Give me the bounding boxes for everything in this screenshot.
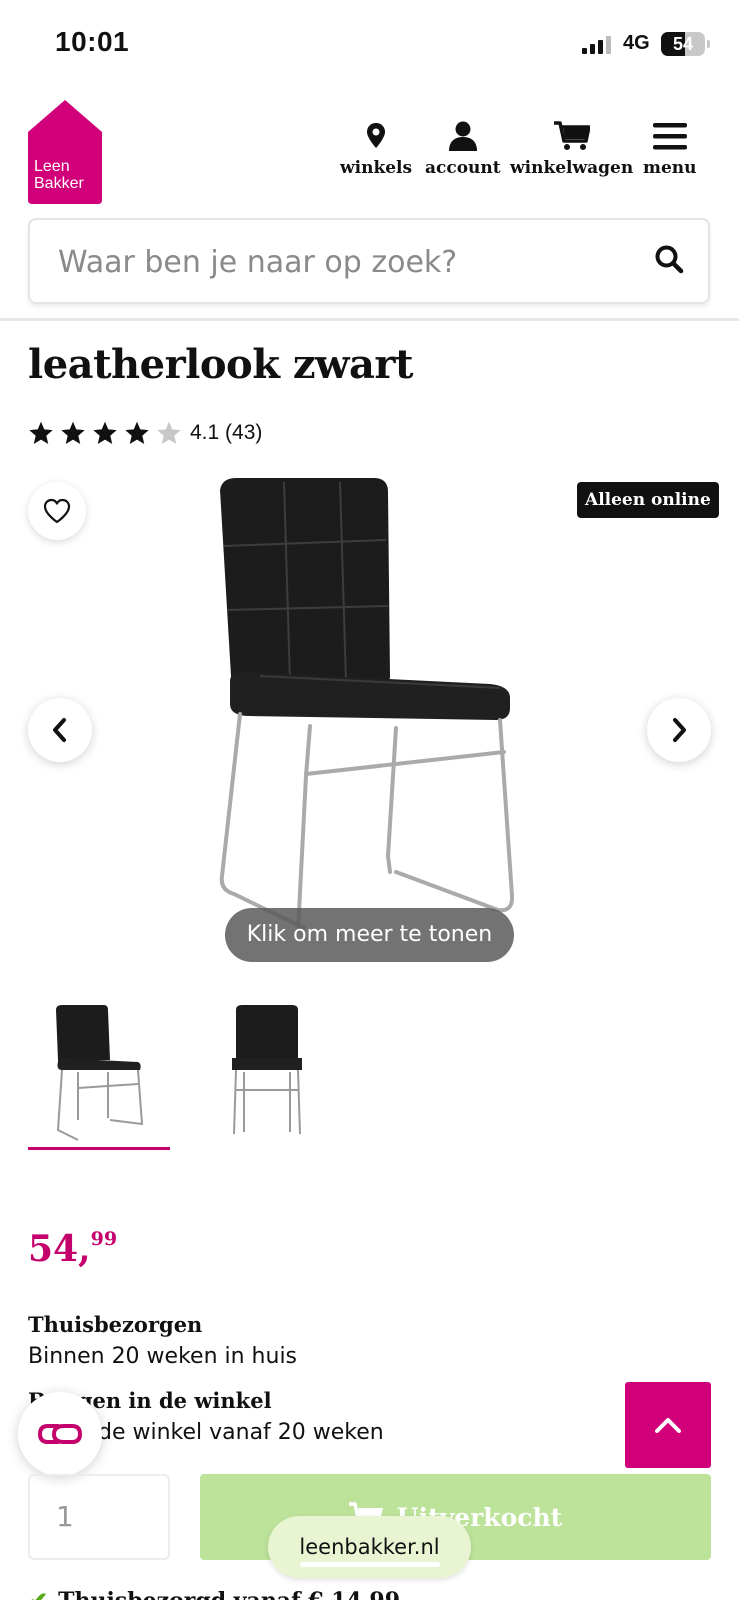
battery-level: 54 [672, 34, 694, 54]
battery-icon: 54 [661, 32, 705, 56]
chevron-up-icon [655, 1418, 681, 1433]
heart-icon [43, 498, 71, 524]
gallery-next-button[interactable] [647, 698, 711, 762]
star-filled-icon [29, 421, 53, 445]
thumbnail-2[interactable] [198, 1000, 340, 1150]
battery-tip [707, 40, 710, 48]
leen-bakker-logo[interactable]: Leen Bakker [28, 100, 102, 204]
star-empty-icon [157, 421, 181, 445]
rating-stars [28, 420, 182, 446]
chevron-right-icon [673, 718, 686, 742]
search-bar [28, 218, 710, 304]
status-bar: 10:01 4G 54 [0, 0, 739, 90]
online-only-badge: Alleen online [577, 482, 719, 518]
delivery-cost-line: ✔ Thuisbezorgd vanaf € 14,99 [28, 1586, 400, 1600]
product-image[interactable] [200, 476, 540, 946]
nav-account[interactable]: account [425, 120, 501, 180]
price-main: 54, [28, 1228, 91, 1270]
star-filled-icon [125, 421, 149, 445]
user-icon [448, 120, 478, 152]
thumbnail-strip [28, 1000, 528, 1162]
delivery-home-text: Binnen 20 weken in huis [28, 1344, 298, 1369]
nav-label: account [425, 158, 501, 178]
product-rating[interactable]: 4.1 (43) [28, 420, 262, 446]
checkmark-icon: ✔ [28, 1586, 48, 1600]
show-more-button[interactable]: Klik om meer te tonen [225, 908, 514, 962]
product-title-area: leatherlook zwart [0, 321, 739, 399]
thumbnail-active-indicator [28, 1147, 170, 1150]
star-filled-icon [61, 421, 85, 445]
chevron-left-icon [53, 718, 66, 742]
site-header: Leen Bakker winkels account winkelwagen … [0, 90, 739, 320]
delivery-cost-area: ✔ Thuisbezorgd vanaf € 14,99 [0, 1578, 739, 1600]
nav-winkels[interactable]: winkels [340, 120, 412, 180]
logo-text: Leen Bakker [34, 158, 84, 192]
nav-label: winkels [340, 158, 413, 178]
status-time: 10:01 [55, 26, 130, 57]
favorite-button[interactable] [28, 482, 86, 540]
product-price: 54,99 [28, 1228, 117, 1270]
gallery-prev-button[interactable] [28, 698, 92, 762]
nav-label: menu [643, 158, 697, 178]
product-gallery: Alleen online Klik om meer te tonen [0, 470, 739, 970]
quantity-field [28, 1474, 170, 1560]
home-indicator [300, 1562, 440, 1567]
search-icon[interactable] [654, 244, 684, 279]
nav-menu[interactable]: menu [643, 120, 697, 180]
thumbnail-1[interactable] [28, 1000, 170, 1150]
delivery-home-heading: Thuisbezorgen [28, 1312, 203, 1337]
network-type: 4G [623, 32, 650, 54]
nav-winkelwagen[interactable]: winkelwagen [510, 120, 633, 180]
browser-url-bar[interactable]: leenbakker.nl [268, 1516, 471, 1578]
thumbnail-image [232, 1005, 302, 1135]
chat-button[interactable] [18, 1392, 102, 1476]
rating-text: 4.1 (43) [190, 421, 263, 444]
chat-icon [37, 1424, 83, 1444]
search-input[interactable] [58, 242, 618, 282]
cart-icon [553, 120, 590, 152]
quantity-input[interactable] [56, 1500, 146, 1533]
hamburger-menu-icon [652, 120, 687, 152]
scroll-to-top-button[interactable] [625, 1382, 711, 1468]
location-pin-icon [366, 120, 386, 152]
nav-label: winkelwagen [510, 158, 634, 178]
signal-icon [582, 36, 611, 54]
star-filled-icon [93, 421, 117, 445]
delivery-cost-text: Thuisbezorgd vanaf € 14,99 [58, 1588, 400, 1600]
product-title: leatherlook zwart [28, 341, 413, 388]
thumbnail-image [56, 1005, 144, 1141]
price-cents: 99 [90, 1228, 118, 1250]
